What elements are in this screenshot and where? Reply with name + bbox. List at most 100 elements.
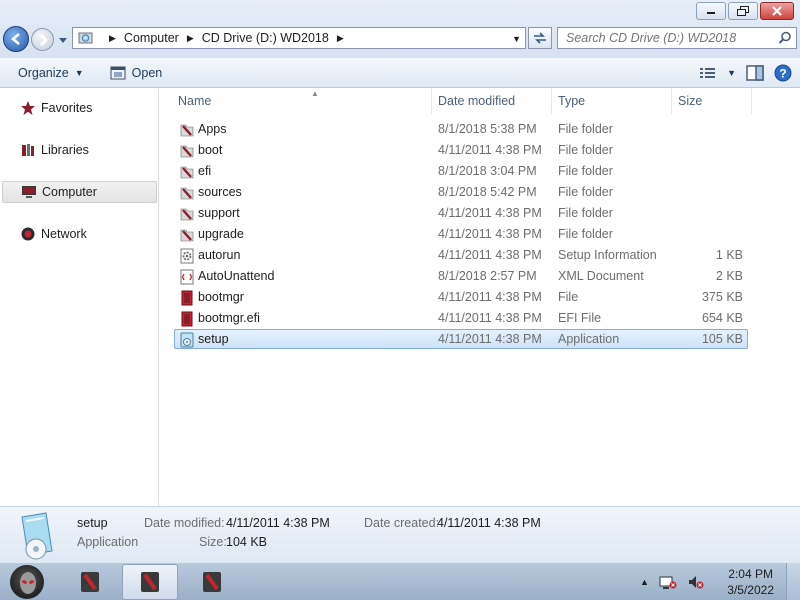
file-type: File folder xyxy=(558,164,613,178)
file-row[interactable]: AutoUnattend 8/1/2018 2:57 PM XML Docume… xyxy=(174,266,748,286)
address-history-dropdown-icon[interactable]: ▼ xyxy=(512,34,521,44)
refresh-button[interactable] xyxy=(528,27,552,49)
clock[interactable]: 2:04 PM 3/5/2022 xyxy=(727,566,774,598)
volume-muted-icon[interactable] xyxy=(687,574,705,590)
restore-button[interactable] xyxy=(728,2,758,20)
settings-file-icon xyxy=(180,248,194,264)
recent-pages-dropdown-icon[interactable] xyxy=(58,35,68,45)
column-header-size[interactable]: Size xyxy=(674,88,752,114)
system-tray: ▲ xyxy=(640,563,705,600)
help-button[interactable]: ? xyxy=(774,60,792,86)
file-row[interactable]: boot 4/11/2011 4:38 PM File folder xyxy=(174,140,748,160)
file-name: support xyxy=(198,206,240,220)
change-view-button[interactable]: ▼ xyxy=(699,60,736,86)
file-row[interactable]: sources 8/1/2018 5:42 PM File folder xyxy=(174,182,748,202)
close-button[interactable] xyxy=(760,2,794,20)
file-type: XML Document xyxy=(558,269,644,283)
file-icon xyxy=(181,290,193,306)
organize-label: Organize xyxy=(18,65,69,80)
chevron-down-icon: ▼ xyxy=(74,67,84,78)
show-desktop-button[interactable] xyxy=(786,563,800,600)
open-button[interactable]: Open xyxy=(102,60,171,86)
preview-pane-icon xyxy=(746,65,764,81)
file-row-selected[interactable]: setup 4/11/2011 4:38 PM Application 105 … xyxy=(174,329,748,349)
file-list: Name ▲ Date modified Type Size Apps 8/1/… xyxy=(160,88,800,506)
file-type: File folder xyxy=(558,227,613,241)
cd-drive-icon xyxy=(78,32,93,44)
taskbar-app-button[interactable] xyxy=(184,564,240,600)
show-hidden-icons-icon[interactable]: ▲ xyxy=(640,577,649,587)
search-input[interactable] xyxy=(566,31,766,45)
file-type: File xyxy=(558,290,579,304)
file-name: Apps xyxy=(198,122,227,136)
address-bar[interactable]: ▶ Computer ▶ CD Drive (D:) WD2018 ▶ ▼ xyxy=(72,27,526,49)
file-icon xyxy=(181,311,193,327)
breadcrumb-arrow-icon[interactable]: ▶ xyxy=(109,33,116,44)
file-row[interactable]: autorun 4/11/2011 4:38 PM Setup Informat… xyxy=(174,245,748,265)
organize-button[interactable]: Organize ▼ xyxy=(10,60,92,86)
taskbar: ▲ 2:04 PM 3/5/2022 xyxy=(0,562,800,600)
breadcrumb-arrow-icon[interactable]: ▶ xyxy=(187,33,194,44)
search-icon[interactable] xyxy=(778,31,792,45)
sidebar-item-favorites[interactable]: Favorites xyxy=(2,97,157,119)
file-date: 4/11/2011 4:38 PM xyxy=(438,290,542,304)
refresh-icon xyxy=(534,32,546,44)
file-date: 8/1/2018 2:57 PM xyxy=(438,269,537,283)
minimize-button[interactable] xyxy=(696,2,726,20)
file-row[interactable]: upgrade 4/11/2011 4:38 PM File folder xyxy=(174,224,748,244)
sidebar-item-label: Favorites xyxy=(41,101,93,115)
window-controls xyxy=(696,2,794,20)
file-row[interactable]: bootmgr 4/11/2011 4:38 PM File 375 KB xyxy=(174,287,748,307)
file-type: File folder xyxy=(558,185,613,199)
sidebar-item-computer[interactable]: Computer xyxy=(2,181,157,203)
details-view-icon xyxy=(700,68,716,78)
file-date: 4/11/2011 4:38 PM xyxy=(438,206,542,220)
file-name: efi xyxy=(198,164,212,178)
breadcrumb: ▶ Computer ▶ CD Drive (D:) WD2018 ▶ xyxy=(101,31,344,45)
arrow-left-icon xyxy=(11,33,20,45)
file-size: 2 KB xyxy=(715,269,743,283)
restore-icon xyxy=(737,6,749,16)
column-header-date[interactable]: Date modified xyxy=(434,88,552,114)
sidebar-item-libraries[interactable]: Libraries xyxy=(2,139,157,161)
file-row[interactable]: efi 8/1/2018 3:04 PM File folder xyxy=(174,161,748,181)
breadcrumb-arrow-icon[interactable]: ▶ xyxy=(337,33,344,44)
sidebar-item-label: Network xyxy=(41,227,87,241)
file-name: autorun xyxy=(198,248,241,262)
alien-logo-icon xyxy=(20,572,36,594)
file-row[interactable]: bootmgr.efi 4/11/2011 4:38 PM EFI File 6… xyxy=(174,308,748,328)
file-name: bootmgr xyxy=(198,290,244,304)
file-type: File folder xyxy=(558,143,613,157)
details-size-label: Size: xyxy=(199,535,227,549)
folder-icon xyxy=(180,166,194,179)
folder-icon xyxy=(180,145,194,158)
network-status-icon[interactable] xyxy=(659,574,677,590)
forward-button[interactable] xyxy=(31,28,54,51)
svg-text:?: ? xyxy=(779,67,786,81)
navigation-pane: Favorites Libraries Computer Network xyxy=(0,88,159,506)
column-header-name[interactable]: Name ▲ xyxy=(174,88,432,114)
close-icon xyxy=(772,6,782,16)
search-box[interactable] xyxy=(557,27,797,49)
breadcrumb-cd-drive[interactable]: CD Drive (D:) WD2018 xyxy=(202,31,329,45)
star-icon xyxy=(21,101,35,115)
sidebar-item-network[interactable]: Network xyxy=(2,223,157,245)
taskbar-explorer-button[interactable] xyxy=(122,564,178,600)
details-date-modified: 4/11/2011 4:38 PM xyxy=(226,516,330,530)
preview-pane-button[interactable] xyxy=(746,60,764,86)
file-name: boot xyxy=(198,143,223,157)
window-titlebar: ▶ Computer ▶ CD Drive (D:) WD2018 ▶ ▼ xyxy=(0,0,800,58)
back-button[interactable] xyxy=(3,26,29,52)
start-button[interactable] xyxy=(10,565,44,599)
folder-icon xyxy=(180,187,194,200)
file-name: upgrade xyxy=(198,227,244,241)
chevron-down-icon[interactable]: ▼ xyxy=(727,68,736,78)
sidebar-item-label: Libraries xyxy=(41,143,89,157)
column-header-type[interactable]: Type xyxy=(554,88,672,114)
breadcrumb-computer[interactable]: Computer xyxy=(124,31,179,45)
taskbar-app-button[interactable] xyxy=(62,564,118,600)
file-row[interactable]: support 4/11/2011 4:38 PM File folder xyxy=(174,203,748,223)
file-row[interactable]: Apps 8/1/2018 5:38 PM File folder xyxy=(174,119,748,139)
file-date: 8/1/2018 3:04 PM xyxy=(438,164,537,178)
command-bar: Organize ▼ Open ▼ ? xyxy=(0,58,800,88)
